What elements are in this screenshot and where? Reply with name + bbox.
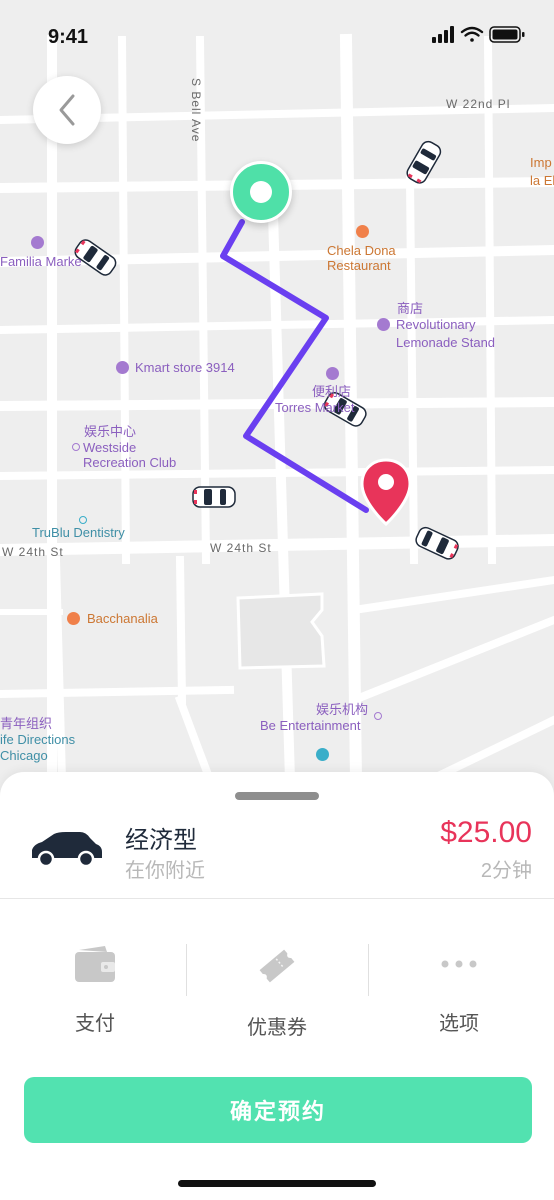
poi-label: Be Entertainment: [260, 718, 361, 733]
street-label: W 24th St: [210, 541, 272, 555]
poi-label: Chela Dona: [327, 243, 396, 258]
poi-label: 娱乐中心: [84, 424, 137, 439]
confirm-booking-button[interactable]: 确定预约: [24, 1077, 532, 1143]
wallet-icon: [75, 946, 115, 982]
coupon-option-label: 优惠券: [247, 1017, 307, 1039]
car-icon: [28, 828, 104, 873]
restaurant-icon: [356, 225, 369, 238]
divider: [0, 898, 554, 899]
poi-label: 商店: [397, 301, 424, 316]
payment-option-label: 支付: [75, 1013, 115, 1035]
dentist-icon: [79, 516, 87, 524]
separator: [186, 944, 187, 996]
poi-label: Torres Market: [275, 400, 355, 415]
ride-availability: 在你附近: [125, 860, 205, 882]
poi-label: Chicago: [0, 748, 48, 763]
payment-option[interactable]: 支付: [20, 944, 170, 1036]
status-bar: 9:41: [0, 0, 554, 74]
poi-label: Familia Marke: [0, 254, 82, 269]
more-options[interactable]: 选项: [384, 944, 534, 1036]
ride-sheet: 经济型 在你附近 $25.00 2分钟 支付 优惠券 选项 确定预约: [0, 772, 554, 1200]
recreation-icon: [72, 443, 80, 451]
home-indicator: [178, 1180, 376, 1187]
poi-label: Lemonade Stand: [396, 335, 496, 350]
street-label: S Bell Ave: [189, 78, 203, 143]
poi-label: Restaurant: [327, 258, 391, 273]
poi-label: 娱乐机构: [316, 702, 369, 717]
poi-label: Westside: [83, 440, 137, 455]
store-icon: [31, 236, 44, 249]
separator: [368, 944, 369, 996]
back-button[interactable]: [33, 76, 101, 144]
poi-label: Kmart store 3914: [135, 360, 235, 375]
coupon-option[interactable]: 优惠券: [202, 944, 352, 1040]
status-time: 9:41: [48, 26, 89, 48]
poi-label: ife Directions: [0, 732, 76, 747]
poi-label: 便利店: [312, 384, 352, 399]
poi-label: TruBlu Dentistry: [32, 525, 125, 540]
restaurant-icon: [67, 612, 80, 625]
poi-label: Bacchanalia: [87, 611, 158, 626]
ride-type-label: 经济型: [125, 827, 197, 854]
poi-icon: [316, 748, 329, 761]
poi-label: Revolutionary: [396, 317, 476, 332]
more-options-label: 选项: [439, 1013, 479, 1035]
street-label: W 22nd Pl: [446, 97, 511, 111]
store-icon: [377, 318, 390, 331]
poi-label: Recreation Club: [83, 455, 177, 470]
chevron-left-icon: [59, 94, 75, 126]
store-icon: [116, 361, 129, 374]
more-dots-icon: [441, 960, 477, 968]
ride-eta: 2分钟: [480, 860, 532, 882]
status-icons: [432, 24, 532, 46]
signal-icon: [432, 26, 454, 43]
poi-label: 青年组织: [0, 716, 53, 731]
destination-marker[interactable]: [360, 458, 412, 527]
street-label: W 24th St: [2, 545, 64, 559]
sheet-handle[interactable]: [235, 792, 319, 800]
ride-price: $25.00: [440, 816, 532, 849]
wifi-icon: [460, 26, 484, 42]
battery-icon: [489, 26, 525, 43]
store-icon: [326, 367, 339, 380]
coupon-icon: [259, 949, 295, 983]
entertainment-icon: [374, 712, 382, 720]
pickup-marker[interactable]: [230, 161, 292, 223]
map-car-icon: [192, 486, 236, 513]
poi-label: Imp: [530, 155, 552, 170]
poi-label: la El: [530, 173, 554, 188]
